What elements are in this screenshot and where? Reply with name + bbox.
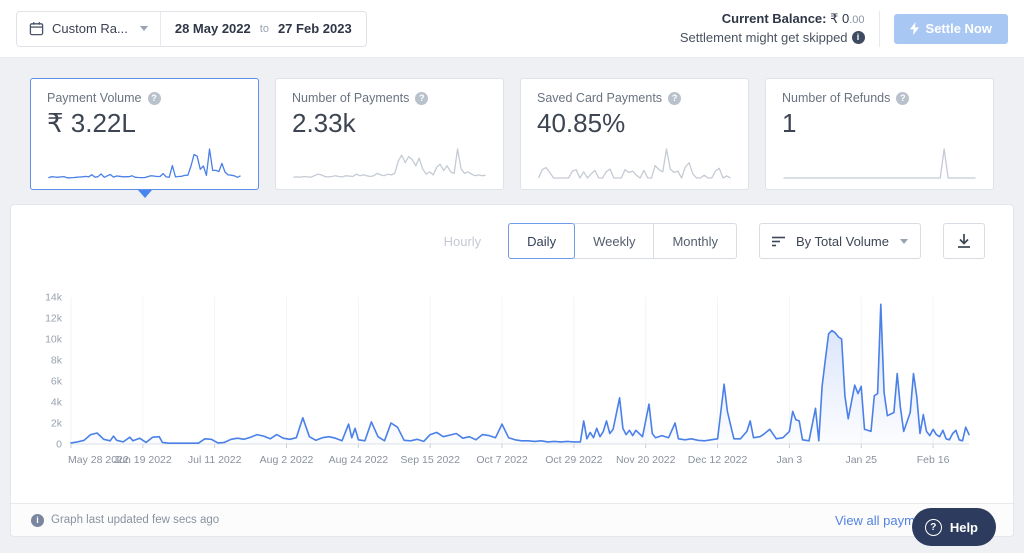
balance-label: Current Balance: [721, 10, 827, 26]
calendar-icon [29, 22, 44, 36]
svg-text:Oct 29 2022: Oct 29 2022 [545, 454, 602, 466]
card-value: 1 [782, 108, 797, 138]
download-icon [958, 234, 970, 248]
sort-by-label: By Total Volume [796, 233, 889, 249]
svg-text:0: 0 [56, 439, 62, 451]
card-value: ₹ 3.22L [47, 108, 136, 138]
svg-text:Nov 20 2022: Nov 20 2022 [616, 454, 676, 466]
settle-now-button[interactable]: Settle Now [893, 13, 1008, 44]
help-button[interactable]: ? Help [911, 508, 996, 546]
chevron-down-icon [900, 238, 908, 244]
chevron-down-icon [139, 26, 148, 31]
help-circle-icon[interactable]: ? [147, 91, 161, 105]
sort-by-dropdown[interactable]: By Total Volume [759, 223, 921, 259]
tab-hourly[interactable]: Hourly [426, 223, 500, 259]
svg-text:14k: 14k [45, 292, 63, 304]
card-title: Number of Refunds [782, 91, 891, 105]
range-type-label: Custom Ra... [52, 21, 128, 36]
date-range-picker[interactable]: Custom Ra... 28 May 2022 to 27 Feb 2023 [16, 10, 367, 47]
main-chart-area: May 28 2022 Jun 19 2022 Jul 11 2022 Aug 2 2… [11, 259, 1013, 480]
svg-text:Jun 19 2022: Jun 19 2022 [114, 454, 172, 466]
last-updated-text: Graph last updated few secs ago [51, 514, 220, 526]
sparkline-chart [782, 145, 977, 181]
tab-monthly[interactable]: Monthly [653, 223, 737, 259]
date-range-values[interactable]: 28 May 2022 to 27 Feb 2023 [161, 12, 366, 46]
help-label: Help [949, 519, 978, 535]
balance-decimals: .00 [849, 13, 865, 26]
help-circle-icon[interactable]: ? [415, 91, 429, 105]
date-from: 28 May 2022 [174, 21, 251, 36]
help-circle-icon[interactable]: ? [668, 91, 682, 105]
card-saved-card-payments[interactable]: Saved Card Payments ? 40.85% [520, 78, 749, 190]
svg-text:6k: 6k [51, 376, 63, 388]
svg-text:Aug 24 2022: Aug 24 2022 [329, 454, 389, 466]
balance-block: Current Balance: ₹ 0.00 Settlement might… [680, 10, 865, 48]
card-value: 2.33k [292, 108, 356, 138]
svg-text:Jul 11 2022: Jul 11 2022 [188, 454, 242, 466]
settlement-note: Settlement might get skipped [679, 29, 848, 45]
info-icon: i [31, 513, 44, 527]
info-icon[interactable]: i [851, 31, 865, 45]
card-title: Payment Volume [47, 91, 142, 105]
download-button[interactable] [943, 223, 985, 259]
stat-cards-row: Payment Volume ? ₹ 3.22L Number of Payme… [0, 58, 1024, 198]
svg-text:8k: 8k [51, 355, 63, 367]
tab-daily[interactable]: Daily [508, 223, 576, 259]
svg-text:Jan 25: Jan 25 [845, 454, 877, 466]
granularity-tabs: Hourly Daily Weekly Monthly [427, 223, 737, 259]
svg-text:Sep 15 2022: Sep 15 2022 [400, 454, 460, 466]
svg-text:Oct 7 2022: Oct 7 2022 [476, 454, 528, 466]
top-bar: Custom Ra... 28 May 2022 to 27 Feb 2023 … [0, 0, 1024, 58]
svg-text:12k: 12k [45, 313, 63, 325]
sparkline-chart [292, 145, 487, 181]
card-number-of-payments[interactable]: Number of Payments ? 2.33k [275, 78, 504, 190]
card-number-of-refunds[interactable]: Number of Refunds ? 1 [765, 78, 994, 190]
range-type-selector[interactable]: Custom Ra... [17, 11, 161, 46]
svg-text:Aug 2 2022: Aug 2 2022 [260, 454, 314, 466]
svg-text:Dec 12 2022: Dec 12 2022 [688, 454, 748, 466]
panel-footer: i Graph last updated few secs ago View a… [11, 503, 1013, 536]
payments-area-chart[interactable]: May 28 2022Jun 19 2022 Jul 11 2022 Aug 2 2… [21, 263, 1021, 475]
svg-text:10k: 10k [45, 334, 63, 346]
sparkline-chart [537, 145, 732, 181]
tab-weekly[interactable]: Weekly [574, 223, 655, 259]
card-payment-volume[interactable]: Payment Volume ? ₹ 3.22L [30, 78, 259, 198]
date-separator: to [259, 22, 269, 35]
question-circle-icon: ? [924, 518, 942, 536]
card-title: Saved Card Payments [537, 91, 663, 105]
sparkline-chart [47, 145, 242, 181]
svg-text:Jan 3: Jan 3 [777, 454, 803, 466]
balance-value: ₹ 0 [830, 10, 850, 26]
help-circle-icon[interactable]: ? [896, 91, 910, 105]
svg-text:2k: 2k [51, 418, 63, 430]
settle-now-label: Settle Now [925, 21, 992, 36]
card-title: Number of Payments [292, 91, 410, 105]
date-to: 27 Feb 2023 [277, 21, 352, 36]
svg-text:4k: 4k [51, 397, 63, 409]
bolt-icon [909, 22, 919, 35]
selected-card-pointer-icon [137, 190, 152, 198]
chart-panel: Hourly Daily Weekly Monthly By Total Vol… [10, 204, 1014, 537]
card-value: 40.85% [537, 108, 626, 138]
svg-text:Feb 16: Feb 16 [917, 454, 950, 466]
sort-icon [772, 236, 785, 246]
divider [878, 10, 880, 47]
